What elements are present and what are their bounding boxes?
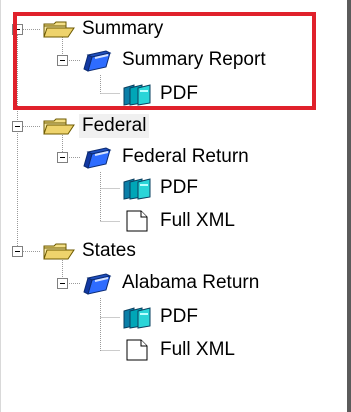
tree-node-states[interactable]: States [42, 239, 139, 263]
tree-node-summary[interactable]: Summary [42, 17, 166, 41]
tree-node-alabama-return[interactable]: Alabama Return [82, 271, 262, 295]
pages-icon [120, 82, 154, 106]
tree-node-federal-return[interactable]: Federal Return [82, 145, 252, 169]
tree-node-federal[interactable]: Federal [42, 114, 150, 138]
document-icon [120, 209, 154, 233]
tree-node-federal-xml[interactable]: Full XML [120, 209, 238, 233]
tree-right-border [347, 0, 351, 412]
book-icon [82, 145, 116, 169]
tree-node-summary-pdf[interactable]: PDF [120, 82, 201, 106]
pages-icon [120, 176, 154, 200]
summary-collapse-toggle[interactable] [12, 24, 23, 35]
book-icon [82, 48, 116, 72]
tree-node-alabama-xml[interactable]: Full XML [120, 338, 238, 362]
pages-icon [120, 305, 154, 329]
tree-node-label: Summary [82, 18, 164, 39]
summary-report-collapse-toggle[interactable] [57, 55, 68, 66]
tree-node-summary-report[interactable]: Summary Report [82, 48, 269, 72]
document-icon [120, 338, 154, 362]
tree-node-label: PDF [160, 83, 198, 104]
tree-node-label: Federal Return [122, 146, 249, 167]
folder-open-icon [42, 239, 76, 263]
alabama-return-collapse-toggle[interactable] [57, 278, 68, 289]
tree-node-label: Summary Report [122, 49, 266, 70]
tree-node-label: Federal [79, 114, 150, 138]
book-icon [82, 271, 116, 295]
folder-open-icon [42, 114, 76, 138]
folder-open-icon [42, 17, 76, 41]
tree-node-label: PDF [160, 306, 198, 327]
tree-node-alabama-pdf[interactable]: PDF [120, 305, 201, 329]
tree-node-label: Alabama Return [122, 272, 260, 293]
states-collapse-toggle[interactable] [12, 246, 23, 257]
tree-view[interactable]: Summary Summary Report PDF Federal Feder… [0, 0, 351, 412]
tree-node-label: Full XML [160, 339, 235, 360]
tree-node-label: States [82, 240, 136, 261]
tree-node-federal-pdf[interactable]: PDF [120, 176, 201, 200]
tree-node-label: Full XML [160, 210, 235, 231]
federal-return-collapse-toggle[interactable] [57, 152, 68, 163]
tree-left-border [0, 0, 1, 412]
tree-node-label: PDF [160, 177, 198, 198]
federal-collapse-toggle[interactable] [12, 121, 23, 132]
